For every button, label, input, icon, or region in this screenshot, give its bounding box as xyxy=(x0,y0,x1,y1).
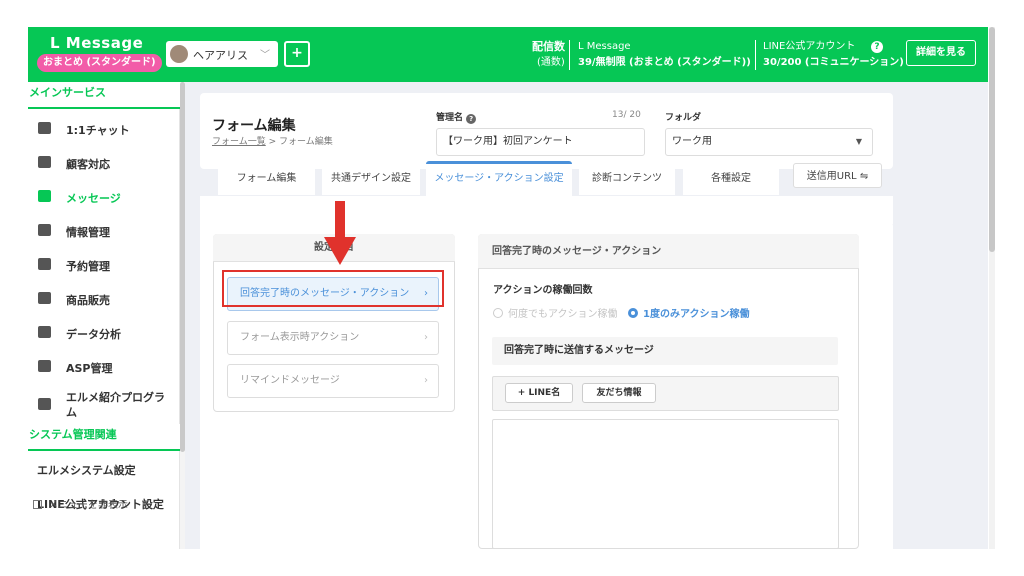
hide-menu-icon xyxy=(33,500,42,509)
header-divider xyxy=(569,40,570,70)
chat-icon xyxy=(38,122,51,134)
delivery-service: L Message xyxy=(578,41,631,52)
radio-label: 何度でもアクション稼働 xyxy=(508,309,618,320)
sidebar-item-analytics[interactable]: データ分析 xyxy=(28,316,180,350)
radio-checked-icon xyxy=(628,308,638,318)
account-name: ヘアアリス xyxy=(193,49,248,62)
tab-diagnosis[interactable]: 診断コンテンツ xyxy=(579,163,675,195)
delivery-sub: (通数) xyxy=(537,57,565,68)
detail-button[interactable]: 詳細を見る xyxy=(906,40,976,66)
sidebar-item-sales[interactable]: 商品販売 xyxy=(28,282,180,316)
tab-content-bg xyxy=(200,196,893,224)
btn-form-display-action[interactable]: フォーム表示時アクション › xyxy=(227,321,439,355)
radio-once[interactable]: 1度のみアクション稼働 xyxy=(628,305,749,320)
annotation-arrow-icon xyxy=(324,201,356,265)
delivery-label: 配信数 xyxy=(532,40,565,53)
badge-icon xyxy=(38,398,51,410)
scrollbar-thumb[interactable] xyxy=(989,27,995,252)
sidebar-item-customer[interactable]: 顧客対応 xyxy=(28,146,180,180)
sidebar-item-elme-system[interactable]: エルメシステム設定 xyxy=(28,454,180,488)
line-account-label: LINE公式アカウント xyxy=(763,41,856,52)
message-textarea[interactable] xyxy=(492,419,839,549)
plan-badge: おまとめ (スタンダード) xyxy=(37,54,162,72)
tab-form-edit[interactable]: フォーム編集 xyxy=(218,163,315,195)
add-user-icon[interactable]: + xyxy=(284,41,310,67)
swap-icon: ⇋ xyxy=(859,171,869,182)
radio-icon xyxy=(493,308,503,318)
sidebar-item-label: 予約管理 xyxy=(66,260,110,273)
chevron-right-icon: › xyxy=(424,375,428,386)
sidebar-item-asp[interactable]: ASP管理 xyxy=(28,350,180,384)
sidebar-section-main: メインサービス xyxy=(28,82,180,109)
breadcrumb-current: > フォーム編集 xyxy=(268,137,333,147)
hide-menu-toggle[interactable]: メニューを非表示 xyxy=(33,496,128,511)
tab-common-design[interactable]: 共通デザイン設定 xyxy=(322,163,420,195)
insert-friend-info-button[interactable]: 友だち情報 xyxy=(582,383,656,403)
account-selector[interactable]: ヘアアリス ﹀ xyxy=(166,41,278,67)
scrollbar-thumb[interactable] xyxy=(180,82,185,452)
radio-label: 1度のみアクション稼働 xyxy=(643,309,750,320)
sidebar-section-system: システム管理関連 xyxy=(28,424,180,451)
breadcrumb-link-forms[interactable]: フォーム一覧 xyxy=(212,137,266,147)
name-label: 管理名 ? xyxy=(436,110,477,124)
message-icon xyxy=(38,190,51,202)
sidebar-item-label: 商品販売 xyxy=(66,294,110,307)
header-divider xyxy=(755,40,756,70)
calendar-icon xyxy=(38,258,51,270)
tag-icon xyxy=(38,224,51,236)
folder-label: フォルダ xyxy=(665,113,702,123)
btn-label: リマインドメッセージ xyxy=(240,375,340,386)
asp-icon xyxy=(38,360,51,372)
sidebar-item-info[interactable]: 情報管理 xyxy=(28,214,180,248)
folder-select[interactable]: ワーク用 ▼ xyxy=(665,128,873,156)
chart-icon xyxy=(38,326,51,338)
sidebar-item-label: 顧客対応 xyxy=(66,158,110,171)
sidebar-item-label: メッセージ xyxy=(66,192,121,205)
action-panel-header: 回答完了時のメッセージ・アクション xyxy=(478,234,859,269)
page-scrollbar[interactable] xyxy=(989,27,995,549)
name-counter: 13/ 20 xyxy=(612,110,641,120)
chevron-right-icon: › xyxy=(424,332,428,343)
sidebar-item-referral[interactable]: エルメ紹介プログラム xyxy=(28,384,180,424)
message-section-label: 回答完了時に送信するメッセージ xyxy=(492,337,838,365)
sidebar-item-reservation[interactable]: 予約管理 xyxy=(28,248,180,282)
btn-remind-message[interactable]: リマインドメッセージ › xyxy=(227,364,439,398)
caret-down-icon: ▼ xyxy=(855,137,862,146)
tab-message-action[interactable]: メッセージ・アクション設定 xyxy=(426,161,572,196)
help-icon[interactable]: ? xyxy=(871,41,883,53)
radio-every-time[interactable]: 何度でもアクション稼働 xyxy=(493,305,618,320)
insert-line-name-button[interactable]: + LINE名 xyxy=(505,383,573,403)
sidebar-item-label: エルメ紹介プログラム xyxy=(66,391,165,419)
tab-label: 送信用URL xyxy=(806,171,857,182)
sidebar-item-label: ASP管理 xyxy=(66,362,113,375)
sidebar-item-chat[interactable]: 1:1チャット xyxy=(28,112,180,146)
breadcrumb: フォーム一覧 > フォーム編集 xyxy=(212,134,333,147)
name-input[interactable]: 【ワーク用】初回アンケート xyxy=(436,128,645,156)
top-header: L Message おまとめ (スタンダード) ヘアアリス ﹀ + 配信数 (通… xyxy=(28,27,988,82)
tab-settings[interactable]: 各種設定 xyxy=(683,163,779,195)
tab-send-url[interactable]: 送信用URL ⇋ xyxy=(793,163,882,188)
folder-value: ワーク用 xyxy=(672,136,712,147)
sidebar-item-label: 情報管理 xyxy=(66,226,110,239)
brand-logo[interactable]: L Message xyxy=(50,34,143,52)
cart-icon xyxy=(38,292,51,304)
customer-icon xyxy=(38,156,51,168)
highlight-box xyxy=(222,270,444,307)
page-title: フォーム編集 xyxy=(212,118,296,134)
sidebar: メインサービス 1:1チャット 顧客対応 メッセージ 情報管理 予約管理 商品販… xyxy=(28,82,180,549)
help-icon[interactable]: ? xyxy=(466,114,477,124)
btn-label: フォーム表示時アクション xyxy=(240,332,360,343)
delivery-value: 39/無制限 (おまとめ (スタンダード)) xyxy=(578,57,751,68)
line-account-value: 30/200 (コミュニケーション) xyxy=(763,57,904,68)
action-count-label: アクションの稼働回数 xyxy=(493,285,593,296)
sidebar-item-label: データ分析 xyxy=(66,328,121,341)
sidebar-item-label: 1:1チャット xyxy=(66,124,130,137)
account-avatar xyxy=(170,45,188,63)
hide-menu-label: メニューを非表示 xyxy=(48,500,128,511)
sidebar-item-message[interactable]: メッセージ xyxy=(28,180,180,214)
sidebar-scrollbar[interactable] xyxy=(180,82,185,549)
chevron-down-icon: ﹀ xyxy=(260,50,270,61)
